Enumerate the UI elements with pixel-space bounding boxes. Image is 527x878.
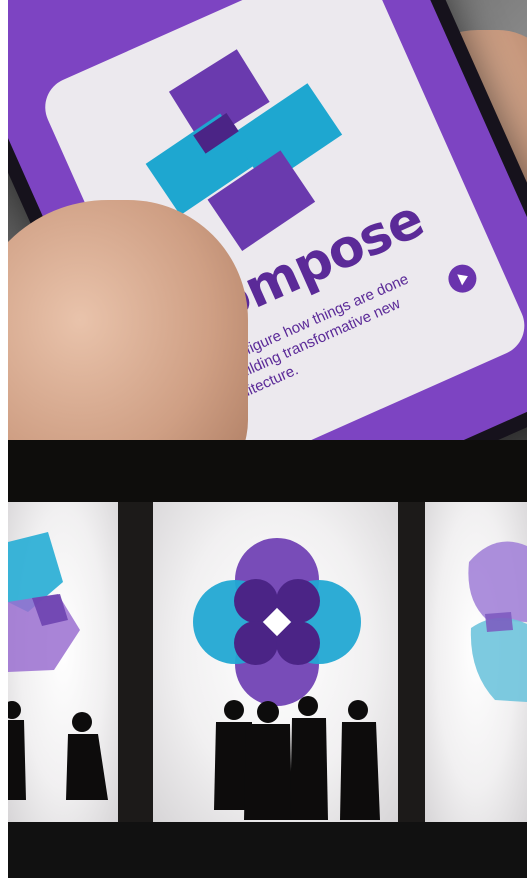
- photo-collage: Compose Reconfigure how things are done …: [0, 0, 527, 878]
- hand-thumb: [8, 200, 248, 440]
- phone-photo: Compose Reconfigure how things are done …: [8, 0, 527, 440]
- people-silhouettes: [8, 696, 380, 820]
- play-icon[interactable]: [443, 260, 481, 298]
- ceiling: [8, 440, 527, 502]
- lobby-photo: [8, 440, 527, 878]
- floor: [8, 822, 527, 878]
